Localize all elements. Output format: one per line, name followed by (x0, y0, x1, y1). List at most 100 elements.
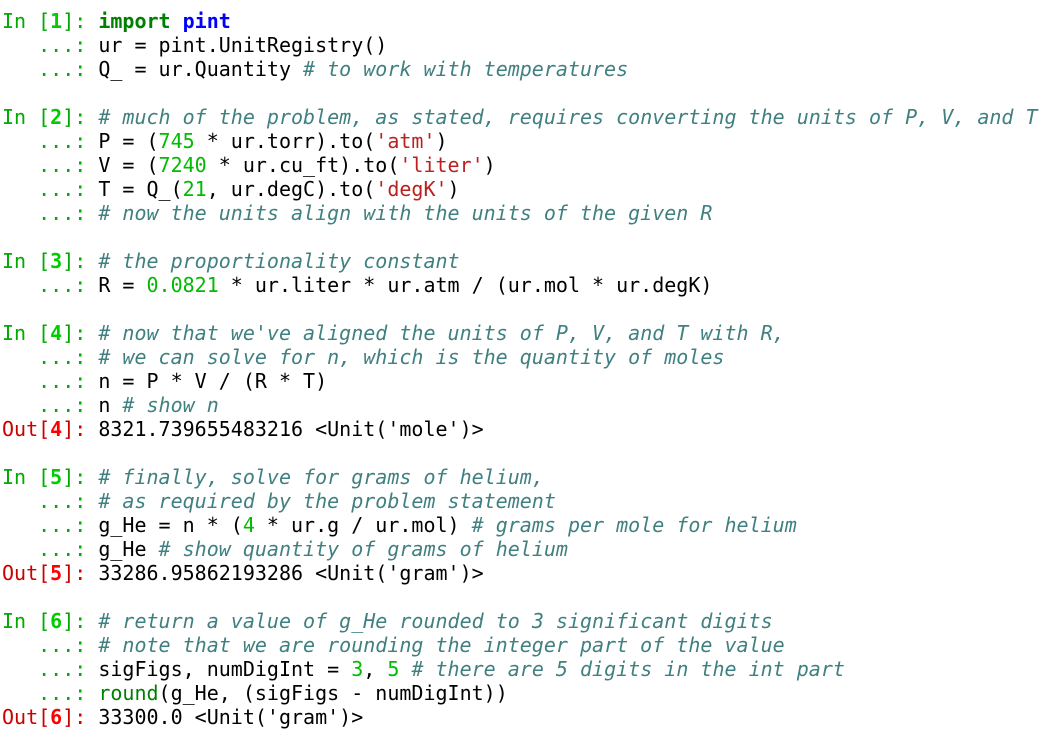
comment-token[interactable]: # to work with temperatures (303, 57, 628, 81)
code-line[interactable]: ...: n # show n (2, 393, 1052, 417)
code-token[interactable]: R = (98, 273, 146, 297)
comment-token[interactable]: # grams per mole for helium (472, 513, 797, 537)
output-line-4: Out[4]: 8321.739655483216 <Unit('mole')> (2, 417, 1052, 441)
ipython-console[interactable]: In [1]: import pint ...: ur = pint.UnitR… (2, 9, 1052, 729)
continuation-prompt: ...: (2, 201, 99, 225)
code-token[interactable]: V = ( (98, 153, 158, 177)
code-token[interactable]: ) (436, 129, 448, 153)
comment-token[interactable]: # note that we are rounding the integer … (98, 633, 784, 657)
code-line[interactable]: ...: n = P * V / (R * T) (2, 369, 1052, 393)
code-token[interactable]: * ur.torr).to( (195, 129, 376, 153)
code-token[interactable]: (g_He, (sigFigs - numDigInt)) (159, 681, 508, 705)
number-token[interactable]: 7240 (159, 153, 207, 177)
module-token[interactable]: pint (183, 9, 231, 33)
code-line[interactable]: In [1]: import pint (2, 9, 1052, 33)
code-line[interactable]: In [4]: # now that we've aligned the uni… (2, 321, 1052, 345)
out-prompt-number: 6 (50, 705, 63, 729)
code-token[interactable]: sigFigs, numDigInt = (98, 657, 351, 681)
builtin-token[interactable]: round (98, 681, 158, 705)
string-token[interactable]: 'atm' (375, 129, 435, 153)
continuation-prompt: ...: (2, 633, 99, 657)
code-line[interactable]: ...: R = 0.0821 * ur.liter * ur.atm / (u… (2, 273, 1052, 297)
comment-token[interactable]: # there are 5 digits in the int part (411, 657, 844, 681)
code-token[interactable]: * ur.cu_ft).to( (207, 153, 400, 177)
comment-token[interactable]: # return a value of g_He rounded to 3 si… (98, 609, 772, 633)
continuation-prompt: ...: (2, 33, 99, 57)
comment-token[interactable]: # as required by the problem statement (98, 489, 556, 513)
in-prompt-suffix: ]: (62, 465, 99, 489)
code-line[interactable]: ...: sigFigs, numDigInt = 3, 5 # there a… (2, 657, 1052, 681)
code-token[interactable]: * ur.g / ur.mol) (255, 513, 472, 537)
code-token[interactable]: g_He (98, 537, 158, 561)
code-line[interactable]: In [5]: # finally, solve for grams of he… (2, 465, 1052, 489)
input-cell-6[interactable]: In [6]: # return a value of g_He rounded… (2, 609, 1052, 729)
number-token[interactable]: 0.0821 (147, 273, 219, 297)
continuation-prompt: ...: (2, 57, 99, 81)
code-token[interactable] (399, 657, 411, 681)
code-line[interactable]: ...: P = (745 * ur.torr).to('atm') (2, 129, 1052, 153)
code-line[interactable]: ...: V = (7240 * ur.cu_ft).to('liter') (2, 153, 1052, 177)
string-token[interactable]: 'liter' (399, 153, 483, 177)
code-token[interactable]: , (363, 657, 387, 681)
code-token[interactable]: ) (484, 153, 496, 177)
comment-token[interactable]: # the proportionality constant (98, 249, 459, 273)
in-prompt-number: 6 (50, 609, 63, 633)
code-token[interactable]: ur = pint.UnitRegistry() (98, 33, 387, 57)
number-token[interactable]: 3 (351, 657, 363, 681)
code-token[interactable]: n (98, 393, 122, 417)
out-prompt-prefix: Out[ (2, 417, 51, 441)
code-token[interactable]: , ur.degC).to( (207, 177, 376, 201)
keyword-token[interactable]: import (98, 9, 170, 33)
code-token[interactable]: ) (448, 177, 460, 201)
input-cell-1[interactable]: In [1]: import pint ...: ur = pint.UnitR… (2, 9, 1052, 81)
code-line[interactable]: ...: # now the units align with the unit… (2, 201, 1052, 225)
code-token[interactable]: * ur.liter * ur.atm / (ur.mol * ur.degK) (219, 273, 713, 297)
code-token[interactable]: g_He = n * ( (98, 513, 243, 537)
input-cell-4[interactable]: In [4]: # now that we've aligned the uni… (2, 321, 1052, 441)
number-token[interactable]: 5 (387, 657, 399, 681)
code-token[interactable]: Q_ = ur.Quantity (98, 57, 303, 81)
code-line[interactable]: In [3]: # the proportionality constant (2, 249, 1052, 273)
comment-token[interactable]: # show quantity of grams of helium (159, 537, 568, 561)
in-prompt: In [5]: (2, 465, 98, 489)
code-line[interactable]: ...: round(g_He, (sigFigs - numDigInt)) (2, 681, 1052, 705)
code-token[interactable] (171, 9, 183, 33)
code-line[interactable]: In [2]: # much of the problem, as stated… (2, 105, 1052, 129)
input-cell-3[interactable]: In [3]: # the proportionality constant .… (2, 249, 1052, 297)
comment-token[interactable]: # show n (122, 393, 218, 417)
code-line[interactable]: ...: ur = pint.UnitRegistry() (2, 33, 1052, 57)
in-prompt-number: 5 (50, 465, 63, 489)
in-prompt-prefix: In [ (2, 249, 51, 273)
number-token[interactable]: 4 (243, 513, 255, 537)
out-prompt-number: 4 (50, 417, 63, 441)
output-line-6: Out[6]: 33300.0 <Unit('gram')> (2, 705, 1052, 729)
code-token[interactable]: n = P * V / (R * T) (98, 369, 327, 393)
comment-token[interactable]: # much of the problem, as stated, requir… (98, 105, 1037, 129)
code-token[interactable]: T = Q_( (98, 177, 182, 201)
input-cell-5[interactable]: In [5]: # finally, solve for grams of he… (2, 465, 1052, 585)
code-line[interactable]: ...: # we can solve for n, which is the … (2, 345, 1052, 369)
code-line[interactable]: ...: # as required by the problem statem… (2, 489, 1052, 513)
number-token[interactable]: 21 (183, 177, 207, 201)
code-token[interactable]: P = ( (98, 129, 158, 153)
code-line[interactable]: ...: T = Q_(21, ur.degC).to('degK') (2, 177, 1052, 201)
code-line[interactable]: ...: g_He = n * (4 * ur.g / ur.mol) # gr… (2, 513, 1052, 537)
input-cell-2[interactable]: In [2]: # much of the problem, as stated… (2, 105, 1052, 225)
out-prompt-number: 5 (50, 561, 63, 585)
in-prompt-number: 3 (50, 249, 63, 273)
string-token[interactable]: 'degK' (375, 177, 447, 201)
comment-token[interactable]: # we can solve for n, which is the quant… (98, 345, 724, 369)
number-token[interactable]: 745 (159, 129, 195, 153)
comment-token[interactable]: # now that we've aligned the units of P,… (98, 321, 784, 345)
code-line[interactable]: In [6]: # return a value of g_He rounded… (2, 609, 1052, 633)
code-line[interactable]: ...: # note that we are rounding the int… (2, 633, 1052, 657)
in-prompt-suffix: ]: (62, 321, 99, 345)
in-prompt-number: 2 (50, 105, 63, 129)
code-line[interactable]: ...: Q_ = ur.Quantity # to work with tem… (2, 57, 1052, 81)
code-line[interactable]: ...: g_He # show quantity of grams of he… (2, 537, 1052, 561)
comment-token[interactable]: # now the units align with the units of … (98, 201, 712, 225)
comment-token[interactable]: # finally, solve for grams of helium, (98, 465, 544, 489)
continuation-prompt: ...: (2, 393, 99, 417)
